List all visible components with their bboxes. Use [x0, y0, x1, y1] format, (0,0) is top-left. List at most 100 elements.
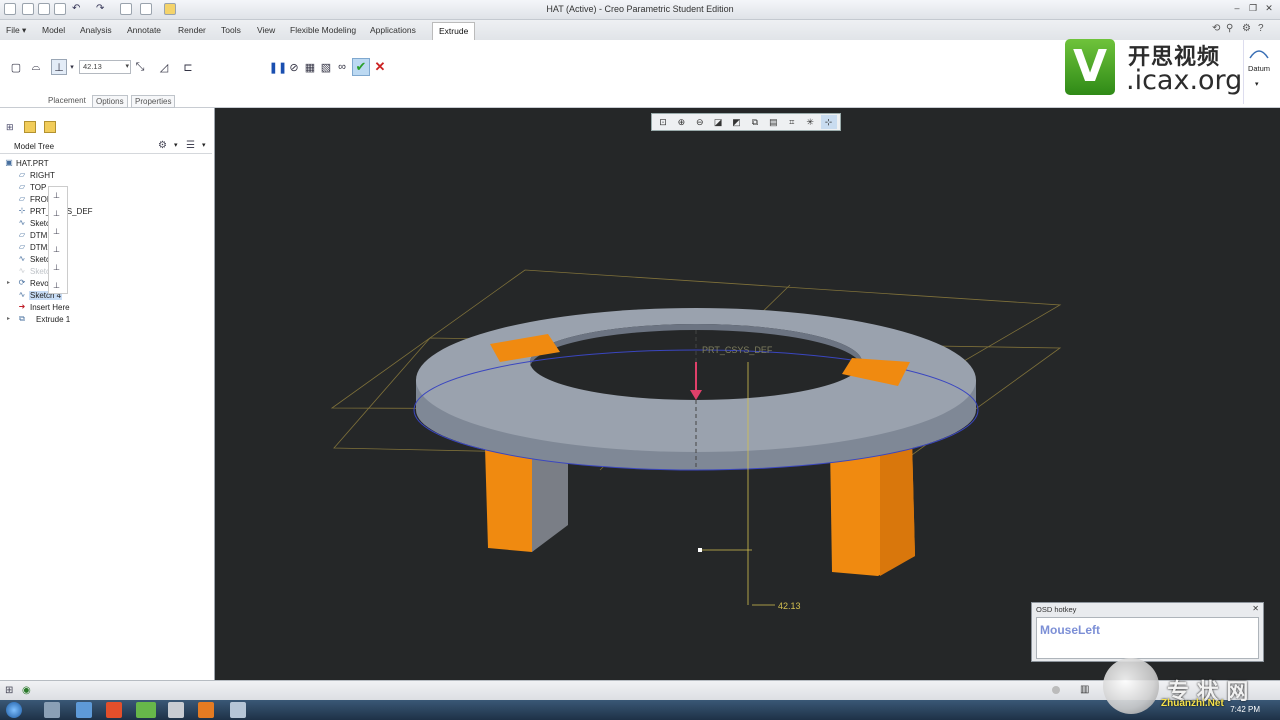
show-navigator-icon[interactable]: ⊞ [5, 685, 13, 696]
flip-direction-icon[interactable]: ⤡ [132, 59, 148, 75]
osd-close-icon[interactable]: ✕ [1252, 604, 1259, 613]
expand-icon[interactable]: ▸ [7, 279, 10, 286]
watermark-globe-icon [1103, 658, 1159, 714]
tab-tools[interactable]: Tools [221, 25, 241, 35]
creo-window: ↶ ↷ HAT (Active) - Creo Parametric Stude… [0, 0, 1280, 720]
tab-file[interactable]: File ▾ [6, 25, 26, 36]
repaint-icon[interactable]: ◪ [710, 115, 726, 129]
blind-depth-icon[interactable]: ⊥ [51, 59, 67, 75]
ribbon-tabs: File ▾ Model Analysis Annotate Render To… [0, 20, 1280, 40]
show-browser-icon[interactable]: ◉ [22, 685, 31, 696]
sketch-icon: ∿ [18, 218, 26, 227]
annotation-display-icon[interactable]: ✳ [802, 115, 818, 129]
start-button[interactable] [6, 702, 22, 718]
dimension-value[interactable]: 42.13 [778, 601, 801, 611]
verify-glasses-icon[interactable]: ∞ [334, 59, 350, 75]
remove-material-icon[interactable]: ◿ [156, 59, 172, 75]
tab-view[interactable]: View [257, 25, 275, 35]
part-icon: ▣ [5, 158, 13, 167]
taskbar-app-icon[interactable] [136, 702, 156, 718]
pause-icon[interactable]: ❚❚ [269, 59, 287, 75]
to-next-option-icon[interactable]: ⊥ [53, 227, 64, 237]
settings-icon[interactable]: ⚙ [1242, 23, 1253, 34]
symmetric-option-icon[interactable]: ⊥ [53, 209, 64, 219]
subtab-options[interactable]: Options [92, 95, 128, 108]
selection-filter-icon[interactable]: ▥ [1080, 684, 1089, 695]
window-title: HAT (Active) - Creo Parametric Student E… [546, 4, 734, 14]
attached-preview-icon[interactable]: ▦ [302, 59, 318, 75]
taskbar-app-icon[interactable] [230, 702, 246, 718]
view-manager-icon[interactable]: ▤ [765, 115, 781, 129]
subtab-properties[interactable]: Properties [131, 95, 176, 108]
tab-annotate[interactable]: Annotate [127, 25, 161, 35]
cancel-x-icon[interactable]: ✕ [372, 59, 388, 75]
revolve-icon: ⟳ [18, 278, 26, 287]
model-scene: 42.13 PRT_CSYS_DEF [330, 269, 1062, 611]
to-selected-option-icon[interactable]: ⊥ [53, 281, 64, 291]
no-preview-icon[interactable]: ⊘ [286, 59, 302, 75]
minimize-icon[interactable]: – [1232, 4, 1242, 14]
datum-plane-icon: ▱ [18, 170, 26, 179]
datum-plane-icon: ▱ [18, 182, 26, 191]
tree-columns-chevron-icon[interactable]: ▾ [202, 141, 206, 149]
taskbar-app-icon[interactable] [198, 702, 214, 718]
model-tree-tab-icon[interactable]: ⊞ [6, 122, 16, 132]
spin-center-icon[interactable]: ⊹ [820, 115, 837, 129]
logo-v-mark: V [1065, 39, 1115, 95]
surface-icon[interactable]: ⌓ [28, 59, 44, 75]
datum-label: Datum [1247, 64, 1271, 73]
csys-label: PRT_CSYS_DEF [702, 345, 773, 355]
depth-option-chevron-icon[interactable]: ▾ [68, 59, 76, 75]
tab-model[interactable]: Model [42, 25, 65, 35]
insert-arrow-icon: ➜ [18, 302, 26, 311]
maximize-icon[interactable]: ❐ [1248, 4, 1258, 14]
status-bar: ⊞ ◉ ▥ [0, 680, 1280, 700]
refit-icon[interactable]: ⊡ [655, 115, 671, 129]
chevron-down-icon[interactable]: ▾ [125, 61, 129, 73]
through-until-option-icon[interactable]: ⊥ [53, 263, 64, 273]
regen-status-icon [1052, 686, 1060, 694]
datum-display-icon[interactable]: ⌗ [784, 115, 800, 129]
taskbar-app-icon[interactable] [106, 702, 122, 718]
solid-icon[interactable]: ▢ [8, 59, 24, 75]
taskbar-app-icon[interactable] [168, 702, 184, 718]
thicken-sketch-icon[interactable]: ⊏ [180, 59, 196, 75]
tree-settings-icon[interactable]: ⚙ [158, 140, 167, 151]
tab-extrude[interactable]: Extrude [432, 22, 476, 40]
tree-columns-icon[interactable]: ☰ [186, 140, 195, 151]
sync-icon[interactable]: ⟲ [1212, 23, 1223, 34]
tab-applications[interactable]: Applications [370, 25, 416, 35]
folder-browser-icon[interactable] [24, 121, 36, 133]
subtab-placement[interactable]: Placement [48, 96, 86, 105]
search-icon[interactable]: ⚲ [1226, 23, 1237, 34]
ok-checkmark-icon[interactable]: ✔ [352, 58, 370, 76]
datum-plane-icon: ▱ [18, 230, 26, 239]
taskbar-app-icon[interactable] [76, 702, 92, 718]
blind-option-icon[interactable]: ⊥ [53, 191, 64, 201]
tab-flexible-modeling[interactable]: Flexible Modeling [290, 25, 356, 35]
detached-preview-icon[interactable]: ▧ [318, 59, 334, 75]
sketch-icon: ∿ [18, 266, 26, 275]
datum-group[interactable]: Datum ▾ [1243, 40, 1273, 104]
through-all-option-icon[interactable]: ⊥ [53, 245, 64, 255]
tab-analysis[interactable]: Analysis [80, 25, 112, 35]
extrude-icon: ⧉ [19, 314, 25, 323]
help-icon[interactable]: ? [1258, 23, 1269, 34]
tab-render[interactable]: Render [178, 25, 206, 35]
osd-title: OSD hotkey [1036, 605, 1077, 614]
dimension-handle[interactable] [698, 548, 702, 552]
windows-taskbar: 7:42 PM [0, 700, 1280, 720]
zhuanzhi-watermark: 专 状 网 Zhuanzhi.Net [1103, 658, 1278, 720]
zoom-in-icon[interactable]: ⊕ [673, 115, 689, 129]
graphics-viewport[interactable]: 42.13 PRT_CSYS_DEF ⊡ ⊕ ⊖ ◪ ◩ ⧉ ▤ ⌗ ✳ ⊹ [215, 108, 1280, 680]
favorites-icon[interactable] [44, 121, 56, 133]
tree-settings-chevron-icon[interactable]: ▾ [174, 141, 178, 149]
depth-input[interactable]: 42.13 ▾ [79, 60, 131, 74]
taskbar-app-icon[interactable] [44, 702, 60, 718]
datum-chevron-icon[interactable]: ▾ [1255, 80, 1259, 88]
saved-orientations-icon[interactable]: ⧉ [747, 115, 763, 129]
expand-icon[interactable]: ▸ [7, 315, 10, 322]
zoom-out-icon[interactable]: ⊖ [692, 115, 708, 129]
display-style-icon[interactable]: ◩ [729, 115, 745, 129]
close-icon[interactable]: ✕ [1264, 4, 1274, 14]
